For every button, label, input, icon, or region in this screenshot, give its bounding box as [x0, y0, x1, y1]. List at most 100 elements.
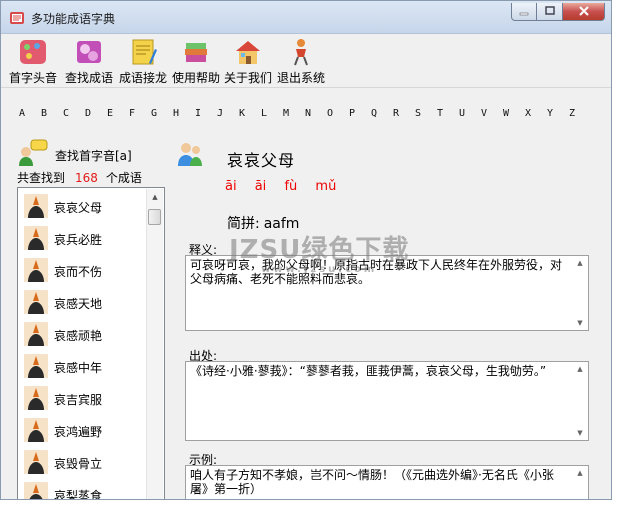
toolbar-label: 退出系统	[276, 71, 325, 85]
letter-a[interactable]: A	[19, 108, 25, 119]
list-item[interactable]: 哀毁骨立	[20, 448, 148, 476]
list-scrollbar[interactable]: ▲	[146, 189, 163, 499]
toolbar-divider	[1, 87, 611, 88]
letter-r[interactable]: R	[393, 108, 399, 119]
list-item[interactable]: 哀梨蒸食	[20, 480, 148, 500]
letter-z[interactable]: Z	[569, 108, 575, 119]
letter-m[interactable]: M	[283, 108, 289, 119]
toolbar-button-exit[interactable]: 退出系统	[275, 37, 327, 86]
letter-y[interactable]: Y	[547, 108, 553, 119]
example-textbox[interactable]: 咱人有子方知不孝娘，岂不问～情肠！（《元曲选外编》·无名氏《小张屠》第一折） ▲	[185, 465, 589, 499]
letter-n[interactable]: N	[305, 108, 311, 119]
letter-d[interactable]: D	[85, 108, 91, 119]
toolbar-label: 使用帮助	[171, 71, 220, 85]
list-item[interactable]: 哀感天地	[20, 288, 148, 316]
watermark: JZSU绿色下载 www.jzsu.com	[229, 229, 409, 275]
maximize-button[interactable]	[537, 3, 563, 21]
list-item[interactable]: 哀感顽艳	[20, 320, 148, 348]
list-item-label: 哀感顽艳	[54, 329, 103, 343]
idiom-list[interactable]: 哀哀父母 哀兵必胜 哀而不伤 哀感天地 哀感顽艳 哀感中年 哀吉宾服 哀鸿遍野	[17, 187, 165, 500]
scroll-up-icon[interactable]: ▲	[573, 363, 587, 375]
toolbar-label: 关于我们	[223, 71, 272, 85]
scroll-up-icon[interactable]: ▲	[573, 467, 587, 479]
example-text: 咱人有子方知不孝娘，岂不问～情肠！（《元曲选外编》·无名氏《小张屠》第一折）	[190, 468, 554, 496]
found-count: 168	[75, 171, 98, 185]
letter-w[interactable]: W	[503, 108, 509, 119]
scroll-up-icon[interactable]: ▲	[147, 189, 163, 205]
list-item[interactable]: 哀兵必胜	[20, 224, 148, 252]
letter-u[interactable]: U	[459, 108, 465, 119]
users-icon	[178, 143, 202, 166]
list-item[interactable]: 哀而不伤	[20, 256, 148, 284]
source-text: 《诗经·小雅·蓼莪》：“蓼蓼者莪，匪莪伊蒿，哀哀父母，生我劬劳。”	[190, 364, 547, 378]
toolbar-label: 查找成语	[64, 71, 113, 85]
toolbar-button-initial-sound[interactable]: 首字头音	[9, 37, 57, 86]
gears-icon	[77, 41, 101, 63]
letter-l[interactable]: L	[261, 108, 267, 119]
list-item[interactable]: 哀哀父母	[20, 192, 148, 220]
scroll-up-icon[interactable]: ▲	[573, 257, 587, 269]
toolbar: 首字头音 查找成语 成语接龙 使用帮助 关于我们 退出系统	[1, 33, 611, 85]
toolbar-button-about[interactable]: 关于我们	[223, 37, 273, 86]
letter-v[interactable]: V	[481, 108, 487, 119]
maximize-icon	[544, 6, 555, 15]
palette-icon	[20, 40, 46, 64]
letter-h[interactable]: H	[173, 108, 179, 119]
toolbar-button-find-idiom[interactable]: 查找成语	[63, 37, 115, 86]
letter-f[interactable]: F	[129, 108, 135, 119]
idiom-title: 哀哀父母	[227, 151, 296, 170]
list-item-label: 哀吉宾服	[54, 393, 103, 407]
person-icon	[24, 354, 48, 378]
definition-scrollbar[interactable]: ▲ ▼	[573, 257, 587, 329]
search-header: 查找首字音[a]	[17, 139, 167, 169]
letter-k[interactable]: K	[239, 108, 245, 119]
letter-x[interactable]: X	[525, 108, 531, 119]
source-textbox[interactable]: 《诗经·小雅·蓼莪》：“蓼蓼者莪，匪莪伊蒿，哀哀父母，生我劬劳。” ▲ ▼	[185, 361, 589, 441]
scroll-down-icon[interactable]: ▼	[573, 317, 587, 329]
letter-b[interactable]: B	[41, 108, 47, 119]
letter-e[interactable]: E	[107, 108, 113, 119]
list-item[interactable]: 哀感中年	[20, 352, 148, 380]
close-button[interactable]	[563, 3, 605, 21]
letter-t[interactable]: T	[437, 108, 443, 119]
letter-g[interactable]: G	[151, 108, 157, 119]
minimize-icon	[519, 12, 529, 16]
list-item-label: 哀毁骨立	[54, 457, 103, 471]
list-item-label: 哀兵必胜	[54, 233, 103, 247]
list-item-label: 哀而不伤	[54, 265, 103, 279]
list-item[interactable]: 哀吉宾服	[20, 384, 148, 412]
books-icon	[185, 43, 207, 62]
house-icon	[236, 41, 260, 64]
toolbar-button-idiom-chain[interactable]: 成语接龙	[117, 37, 169, 86]
user-speech-icon	[19, 139, 48, 166]
found-prefix: 共查找到	[17, 171, 66, 185]
pinyin-syllable: āi	[225, 179, 237, 194]
source-scrollbar[interactable]: ▲ ▼	[573, 363, 587, 439]
person-icon	[24, 450, 48, 474]
result-count: 共查找到 168 个成语	[17, 169, 142, 186]
letter-j[interactable]: J	[217, 108, 223, 119]
toolbar-button-help[interactable]: 使用帮助	[171, 37, 221, 86]
close-icon	[578, 6, 589, 16]
scroll-down-icon[interactable]: ▼	[573, 427, 587, 439]
person-icon	[24, 418, 48, 442]
example-scrollbar[interactable]: ▲	[573, 467, 587, 499]
list-item-label: 哀梨蒸食	[54, 489, 103, 500]
scroll-thumb[interactable]	[148, 209, 161, 225]
person-icon	[24, 290, 48, 314]
title-bar[interactable]: 多功能成语字典	[1, 1, 611, 34]
list-item-label: 哀鸿遍野	[54, 425, 103, 439]
letter-c[interactable]: C	[63, 108, 69, 119]
letter-q[interactable]: Q	[371, 108, 377, 119]
pinyin-syllable: āi	[254, 179, 267, 194]
person-icon	[24, 258, 48, 282]
letter-i[interactable]: I	[195, 108, 201, 119]
list-item[interactable]: 哀鸿遍野	[20, 416, 148, 444]
list-item-label: 哀哀父母	[54, 201, 103, 215]
minimize-button[interactable]	[511, 3, 537, 21]
list-item-label: 哀感天地	[54, 297, 103, 311]
list-item-label: 哀感中年	[54, 361, 103, 375]
letter-o[interactable]: O	[327, 108, 333, 119]
letter-s[interactable]: S	[415, 108, 421, 119]
letter-p[interactable]: P	[349, 108, 355, 119]
